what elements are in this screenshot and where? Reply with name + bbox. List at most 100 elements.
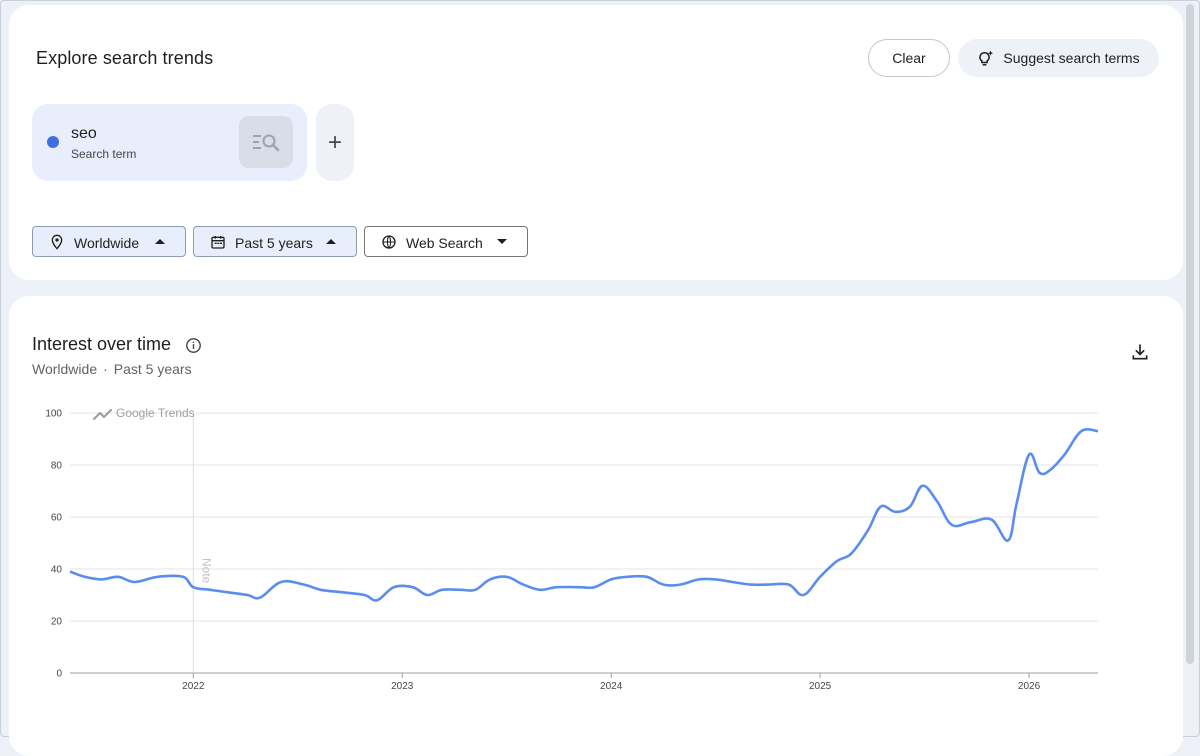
data-point[interactable] [907,504,913,510]
x-tick-label: 2025 [809,681,832,692]
data-point[interactable] [98,576,104,582]
data-point[interactable] [834,558,840,564]
data-point[interactable] [1047,467,1053,473]
data-point[interactable] [180,574,186,580]
axis-labels: 0 20 40 60 80 100 2022 2023 2024 2025 2026 [45,409,1040,693]
data-point[interactable] [537,587,543,593]
note-marker[interactable]: Note [192,413,213,673]
chart-grid [70,412,1098,678]
data-point[interactable] [155,574,161,580]
y-tick-label: 100 [45,409,62,420]
search-term-card[interactable]: seo Search term [32,104,307,181]
term-color-dot [47,136,59,148]
data-point[interactable] [865,527,871,533]
data-point[interactable] [341,589,347,595]
calendar-icon [211,236,225,249]
time-range-filter[interactable]: Past 5 years [193,226,357,257]
data-point[interactable] [424,592,430,598]
caret-up-icon [326,239,336,244]
data-point[interactable] [817,574,823,580]
data-point[interactable] [644,574,650,580]
data-point[interactable] [190,584,196,590]
data-point[interactable] [765,582,771,588]
data-point[interactable] [115,574,121,580]
data-point[interactable] [878,504,884,510]
data-point[interactable] [1062,452,1068,458]
data-point[interactable] [1014,501,1020,507]
data-point[interactable] [1036,470,1042,476]
location-filter[interactable]: Worldwide [32,226,186,257]
data-point[interactable] [504,574,510,580]
add-term-button[interactable]: + [316,104,354,181]
data-point[interactable] [625,574,631,580]
data-point[interactable] [696,576,702,582]
series-line-0[interactable] [69,428,1099,602]
data-point[interactable] [245,592,251,598]
data-point[interactable] [786,582,792,588]
data-point[interactable] [608,576,614,582]
data-point[interactable] [934,498,940,504]
data-point[interactable] [82,574,88,580]
data-point[interactable] [591,584,597,590]
term-name: seo [71,125,97,142]
data-point[interactable] [207,587,213,593]
note-label: Note [199,558,213,584]
scrollbar[interactable] [1186,4,1194,664]
list-search-icon [253,134,280,152]
data-point[interactable] [458,587,464,593]
data-point[interactable] [472,587,478,593]
data-point[interactable] [713,576,719,582]
data-point[interactable] [577,584,583,590]
data-point[interactable] [892,509,898,515]
data-point[interactable] [439,587,445,593]
time-range-filter-label: Past 5 years [235,235,313,251]
data-point[interactable] [848,550,854,556]
data-point[interactable] [729,579,735,585]
location-filter-label: Worldwide [74,235,140,251]
data-point[interactable] [800,592,806,598]
term-search-button[interactable] [239,116,293,168]
globe-icon [382,235,396,249]
data-point[interactable] [988,517,994,523]
term-type: Search term [71,147,137,161]
data-point[interactable] [1026,452,1032,458]
data-point[interactable] [677,582,683,588]
data-point[interactable] [949,522,955,528]
data-point[interactable] [67,569,73,575]
data-point[interactable] [968,519,974,525]
data-point[interactable] [748,582,754,588]
data-point[interactable] [520,582,526,588]
data-point[interactable] [391,584,397,590]
caret-down-icon [497,239,507,244]
data-point[interactable] [919,483,925,489]
explore-title: Explore search trends [36,48,214,68]
data-point[interactable] [374,597,380,603]
search-property-filter[interactable]: Web Search [364,226,528,257]
interest-over-time-card: Interest over time Worldwide · Past 5 year… [9,296,1183,756]
data-point[interactable] [301,582,307,588]
data-point[interactable] [278,579,284,585]
y-tick-label: 60 [51,513,63,524]
y-tick-label: 80 [51,461,63,472]
data-point[interactable] [362,592,368,598]
data-point[interactable] [660,582,666,588]
data-point[interactable] [1095,428,1101,434]
trend-line-icon [92,408,113,421]
data-point[interactable] [132,579,138,585]
data-point[interactable] [318,587,324,593]
clear-button[interactable]: Clear [868,39,950,77]
suggest-search-terms-button[interactable]: Suggest search terms [958,39,1159,77]
data-point[interactable] [1005,537,1011,543]
y-tick-label: 0 [56,669,62,680]
data-point[interactable] [1078,428,1084,434]
y-tick-label: 20 [51,617,63,628]
search-property-filter-label: Web Search [406,235,483,251]
data-point[interactable] [257,595,263,601]
data-point[interactable] [487,576,493,582]
x-tick-label: 2026 [1018,681,1041,692]
google-trends-watermark: Google Trends [92,406,195,421]
data-point[interactable] [226,589,232,595]
y-tick-label: 40 [51,565,63,576]
data-point[interactable] [554,584,560,590]
data-point[interactable] [410,584,416,590]
